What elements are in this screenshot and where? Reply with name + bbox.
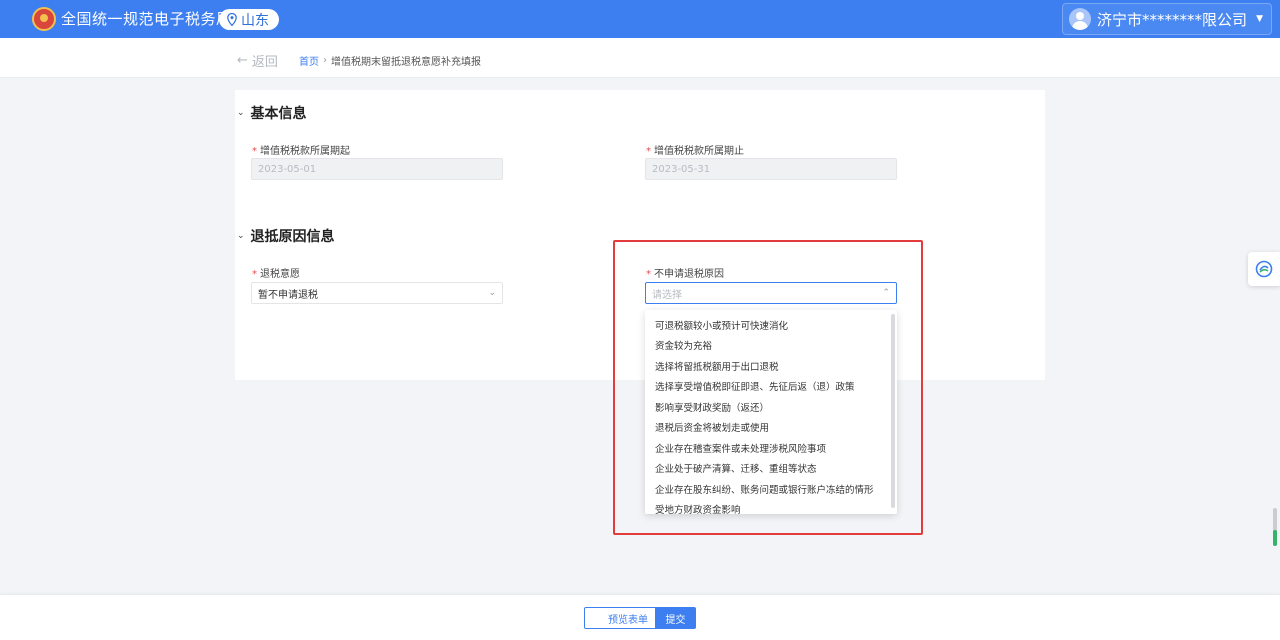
breadcrumb-current: 增值税期末留抵退税意愿补充填报 xyxy=(331,57,481,68)
breadcrumb: 首页 › 增值税期末留抵退税意愿补充填报 xyxy=(299,53,481,68)
period-start-label: * 增值税税款所属期起 xyxy=(252,146,350,157)
assistant-icon xyxy=(1255,260,1273,278)
refund-intent-select[interactable]: 暂不申请退税 ⌄ xyxy=(251,282,503,304)
period-start-field: 2023-05-01 xyxy=(251,158,503,180)
refund-intent-label: * 退税意愿 xyxy=(252,269,300,280)
submit-button[interactable]: 提交 xyxy=(655,607,696,629)
chevron-down-icon: ⌄ xyxy=(237,108,245,118)
required-mark: * xyxy=(252,269,257,280)
assistant-float-button[interactable] xyxy=(1248,252,1280,286)
section-reason-title: 退抵原因信息 xyxy=(250,229,335,245)
region-selector[interactable]: 山东 xyxy=(219,9,279,30)
back-button[interactable]: ← 返回 xyxy=(237,51,278,70)
tax-emblem-icon xyxy=(32,7,56,31)
section-basic-info[interactable]: ⌄ 基本信息 xyxy=(237,103,307,123)
region-label: 山东 xyxy=(241,12,269,29)
top-header: 全国统一规范电子税务局 山东 济宁市********限公司 ▼ xyxy=(0,0,1280,38)
arrow-left-icon: ← xyxy=(237,53,248,68)
breadcrumb-separator: › xyxy=(323,55,327,66)
site-title: 全国统一规范电子税务局 xyxy=(61,10,232,28)
user-menu[interactable]: 济宁市********限公司 ▼ xyxy=(1062,3,1272,35)
user-name: 济宁市********限公司 xyxy=(1097,10,1248,29)
period-end-label: * 增值税税款所属期止 xyxy=(646,146,744,157)
sub-navigation xyxy=(0,38,1280,78)
required-mark: * xyxy=(646,146,651,157)
user-avatar-icon xyxy=(1069,8,1091,30)
back-label: 返回 xyxy=(251,55,278,70)
section-basic-title: 基本信息 xyxy=(250,106,307,122)
annotation-highlight-box xyxy=(613,240,923,535)
page-scrollbar[interactable] xyxy=(1273,508,1277,546)
location-pin-icon xyxy=(227,13,237,26)
caret-down-icon: ▼ xyxy=(1256,14,1263,24)
chevron-down-icon: ⌄ xyxy=(237,231,245,241)
period-end-field: 2023-05-31 xyxy=(645,158,897,180)
section-reason-info[interactable]: ⌄ 退抵原因信息 xyxy=(237,226,335,246)
required-mark: * xyxy=(252,146,257,157)
breadcrumb-home-link[interactable]: 首页 xyxy=(299,53,319,68)
chevron-down-icon: ⌄ xyxy=(488,288,496,298)
